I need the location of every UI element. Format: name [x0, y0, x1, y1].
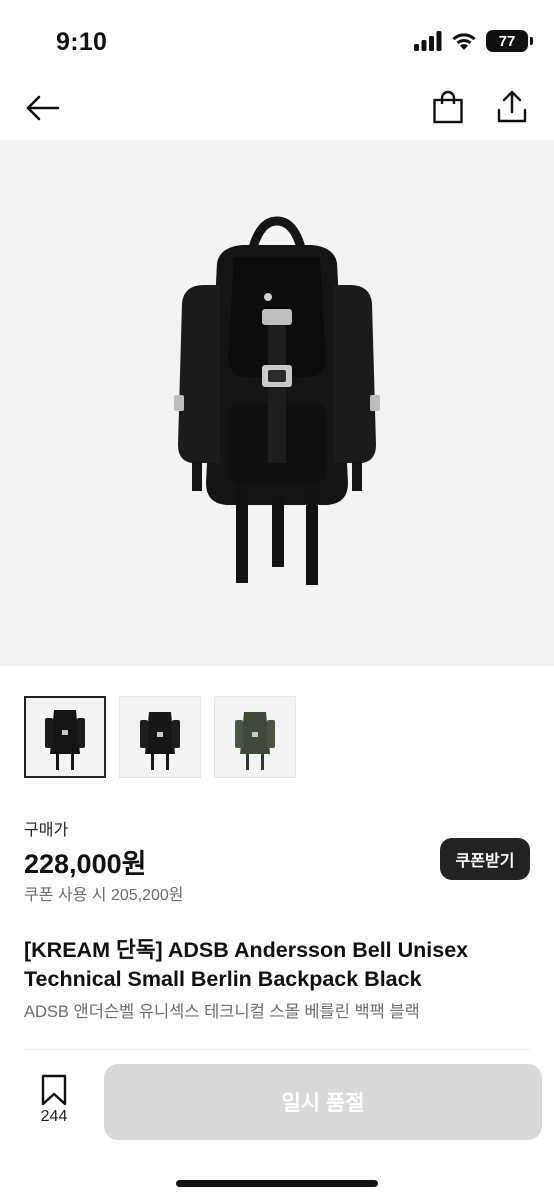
- shopping-bag-icon: [433, 90, 463, 124]
- backpack-thumbnail-image: [45, 710, 85, 770]
- backpack-thumbnail-image: [140, 712, 180, 770]
- battery-icon: 77: [486, 30, 533, 52]
- nav-bar: [0, 80, 554, 138]
- home-indicator: [176, 1180, 378, 1187]
- thumbnail-1[interactable]: [24, 696, 106, 778]
- bookmark-icon: [41, 1074, 67, 1106]
- wish-count: 244: [40, 1108, 68, 1125]
- battery-level: 77: [498, 32, 516, 50]
- get-coupon-button[interactable]: 쿠폰받기: [440, 838, 530, 880]
- price-label: 구매가: [24, 822, 69, 839]
- price-amount: 228,000원: [24, 849, 147, 879]
- sold-out-button[interactable]: 일시 품절: [104, 1064, 542, 1140]
- product-title: [KREAM 단독] ADSB Andersson Bell Unisex Te…: [24, 938, 469, 991]
- product-subtitle: ADSB 앤더슨벨 유니섹스 테크니컬 스몰 베를린 백팩 블랙: [24, 1003, 420, 1021]
- share-button[interactable]: [492, 86, 532, 128]
- backpack-image: [174, 216, 380, 585]
- thumbnail-3[interactable]: [214, 696, 296, 778]
- arrow-left-icon: [26, 95, 60, 121]
- thumbnail-list: [24, 696, 296, 778]
- status-time: 9:10: [56, 28, 108, 56]
- product-image[interactable]: [0, 140, 554, 666]
- cart-button[interactable]: [428, 86, 468, 128]
- share-icon: [497, 90, 527, 123]
- cellular-signal-icon: [414, 31, 442, 51]
- status-bar: 9:10 77: [0, 0, 554, 80]
- wishlist-button[interactable]: 244: [28, 1074, 80, 1134]
- status-icons: 77: [414, 30, 533, 52]
- thumbnail-2[interactable]: [119, 696, 201, 778]
- wifi-icon: [452, 33, 476, 50]
- back-button[interactable]: [22, 88, 62, 128]
- backpack-thumbnail-image: [235, 712, 275, 770]
- bottom-action-bar: 244 일시 품절: [0, 1050, 554, 1200]
- coupon-price: 쿠폰 사용 시 205,200원: [24, 887, 184, 904]
